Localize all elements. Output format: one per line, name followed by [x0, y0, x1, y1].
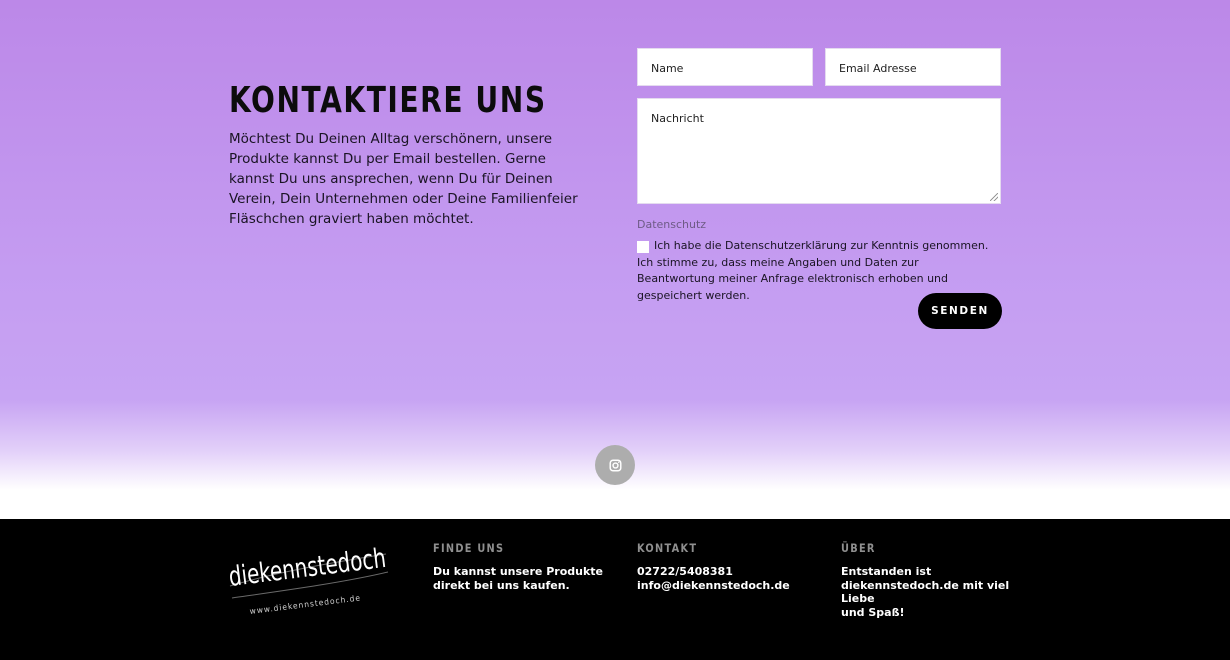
footer-line: und Spaß! [841, 605, 905, 619]
footer-column-finde-uns: FINDE UNS Du kannst unsere Produkte dire… [433, 541, 613, 592]
contact-section: KONTAKTIERE UNS Möchtest Du Deinen Allta… [0, 0, 1230, 519]
logo-url: www.diekennstedoch.de [249, 593, 361, 616]
footer-heading: KONTAKT [637, 541, 698, 555]
send-button[interactable]: SENDEN [918, 293, 1002, 329]
footer-heading: FINDE UNS [433, 541, 505, 555]
contact-title: KONTAKTIERE UNS [229, 80, 547, 121]
footer-email-link[interactable]: info@diekennstedoch.de [637, 579, 817, 593]
name-input[interactable]: Name [637, 48, 813, 86]
footer-line: diekennstedoch.de mit viel Liebe [841, 578, 1010, 606]
instagram-button[interactable] [595, 445, 635, 485]
email-input[interactable]: Email Adresse [825, 48, 1001, 86]
resize-handle-icon[interactable] [990, 193, 998, 201]
logo-wordmark: diekennstedoch [227, 543, 388, 593]
footer-column-kontakt: KONTAKT 02722/5408381 info@diekennstedoc… [637, 541, 817, 592]
privacy-checkbox[interactable] [637, 241, 649, 253]
footer: diekennstedoch www.diekennstedoch.de FIN… [0, 519, 1230, 660]
privacy-heading: Datenschutz [637, 218, 707, 231]
site-logo[interactable]: diekennstedoch www.diekennstedoch.de [226, 536, 396, 618]
contact-description: Möchtest Du Deinen Alltag verschönern, u… [229, 131, 578, 227]
footer-phone[interactable]: 02722/5408381 [637, 565, 817, 579]
instagram-icon [608, 458, 622, 472]
footer-line: Du kannst unsere Produkte [433, 565, 603, 578]
footer-line: Entstanden ist [841, 565, 932, 578]
footer-heading: ÜBER [841, 541, 876, 555]
message-textarea[interactable]: Nachricht [637, 98, 1001, 204]
footer-line: direkt bei uns kaufen. [433, 578, 570, 592]
footer-column-ueber: ÜBER Entstanden ist diekennstedoch.de mi… [841, 541, 1011, 619]
message-placeholder: Nachricht [651, 112, 704, 125]
